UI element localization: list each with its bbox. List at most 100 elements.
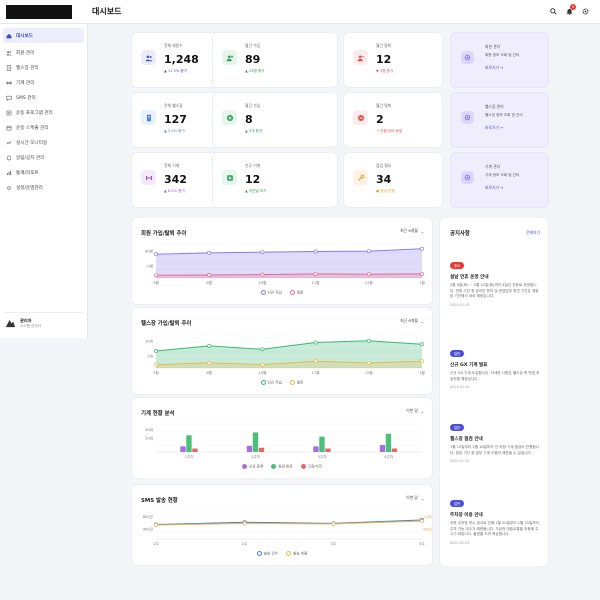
stat-label: 전체 기계 [164, 163, 180, 168]
notice-title: 주차장 이용 안내 [450, 513, 483, 518]
sidebar-item-1[interactable]: 회원 관리 [0, 45, 87, 60]
settings-icon [6, 185, 12, 191]
bar [246, 445, 253, 452]
monitor-icon [6, 140, 12, 146]
stat-value: 12 [376, 53, 392, 66]
data-point [366, 338, 371, 343]
quick-link-title: 기계 관리 [485, 164, 501, 169]
bell-icon[interactable]: 3 [564, 4, 576, 16]
data-point [366, 249, 371, 254]
notice-item[interactable]: 일반 주차장 이용 안내 지하 주차장 보수 공사로 인해 1월 20일부터 1… [450, 500, 540, 545]
notice-title: 설날 연휴 운영 안내 [450, 275, 489, 280]
legend-item[interactable]: 신규 가입 [260, 380, 282, 386]
sidebar-item-6[interactable]: 운동 스케줄 관리 [0, 120, 87, 135]
y-tick-label: 0명 [147, 264, 153, 269]
legend-label: 탈퇴 [296, 380, 304, 385]
user-role: 시스템 관리자 [20, 324, 41, 328]
quick-link-card[interactable]: 헬스장 관리 헬스장 정보 조회 및 관리 바로가기 → [451, 93, 548, 147]
sidebar-item-10[interactable]: 설정/운영관리 [0, 180, 87, 195]
stat-label: 전체 헬스장 [164, 103, 183, 108]
legend-item[interactable]: 발송 건수 [256, 551, 278, 557]
sidebar-item-7[interactable]: 실시간 모니터링 [0, 135, 87, 150]
x-tick-label: 6월 [206, 280, 212, 285]
quick-link-button[interactable]: 바로가기 → [485, 185, 503, 191]
user-minus-icon [353, 50, 368, 65]
x-tick-label: 1주차 [185, 454, 195, 459]
notice-title: 신규 GX 기계 발표 [450, 363, 488, 368]
legend-item[interactable]: 발송 비용 [286, 551, 307, 557]
view-all-notices-link[interactable]: 전체보기 [526, 230, 540, 236]
legend-item[interactable]: 탈퇴 [289, 380, 304, 386]
y-tick-label: 20대 [145, 436, 153, 441]
notice-date: 2025.01.03 [450, 540, 470, 545]
quick-link-card[interactable]: 회원 관리 회원 정보 조회 및 관리 바로가기 → [451, 33, 548, 87]
legend-label: 발송 건수 [263, 551, 278, 556]
bar [186, 435, 192, 452]
x-tick-label: 11월 [312, 280, 320, 285]
notice-item[interactable]: 일반 헬스장 점검 안내 1월 15일부터 1월 16일까지 전 지점 기계 점… [450, 424, 540, 463]
stat-label: 월간 탈퇴 [376, 103, 392, 108]
sidebar-item-0[interactable]: 대시보드 [3, 28, 84, 43]
notice-body: 2월 9일(토) ~ 2월 12일(화)까지 4일간 연휴로 운영됩니다. 연휴… [450, 283, 539, 299]
legend-item[interactable]: 신규 가입 [260, 290, 282, 296]
quick-link-card[interactable]: 기계 관리 기계 정보 조회 및 관리 바로가기 → [451, 153, 548, 207]
search-icon[interactable] [548, 6, 558, 16]
y-tick-label: 40대 [145, 427, 153, 432]
y2-tick-label: 1,000건 [423, 514, 432, 519]
stat-value: 34 [376, 173, 392, 186]
building-icon [6, 64, 12, 71]
sidebar-item-label: 통계/리포트 [16, 170, 39, 176]
chart-card: 기계 현황 분석 이번 달 ⌄ 40대 20대 1주차 2주차 3주차 4주차 신규 등록 점검 … [132, 398, 432, 478]
logo[interactable] [6, 5, 72, 19]
legend-swatch [286, 551, 291, 556]
wrench-icon [353, 170, 368, 185]
legend-item[interactable]: 점검 완료 [271, 464, 293, 470]
user-plus-icon [222, 50, 237, 65]
sidebar-item-label: 대시보드 [16, 33, 33, 39]
sidebar-item-4[interactable]: SMS 관리 [0, 90, 87, 105]
minus-circle-icon [353, 110, 368, 125]
data-point [260, 362, 265, 367]
legend-item[interactable]: 신규 등록 [241, 464, 263, 470]
users-icon [6, 50, 12, 56]
quick-link-button[interactable]: 바로가기 → [485, 125, 503, 131]
chart-card: 회원 가입/탈퇴 추이 최근 6개월 ⌄ 80명 0명 5월 6월 10월 11월 12월 1월 신… [132, 218, 432, 304]
user-profile[interactable]: 관리자 시스템 관리자 [4, 312, 83, 334]
gear-icon[interactable] [580, 6, 590, 16]
sidebar-item-8[interactable]: 알림/공지 관리 [0, 150, 87, 165]
x-tick-label: 5월 [153, 280, 159, 285]
notice-item[interactable]: 일반 신규 GX 기계 발표 신규 GX 기계 도입합니다. 자세한 사항은 헬… [450, 350, 540, 389]
stat-delta: ▼ 3명 증가 [376, 69, 394, 73]
chart-legend: 신규 가입 탈퇴 [132, 290, 432, 296]
data-point [420, 246, 424, 251]
legend-label: 점검 완료 [278, 464, 293, 469]
stat-delta: ▲ 3.2% 증가 [164, 129, 185, 133]
legend-swatch [289, 380, 295, 385]
legend-item[interactable]: 고장/수리 [300, 464, 322, 470]
bar [180, 446, 186, 452]
quick-link-button[interactable]: 바로가기 → [485, 65, 503, 71]
notice-item[interactable]: 중요 설날 연휴 운영 안내 2월 9일(토) ~ 2월 12일(화)까지 4일… [450, 262, 540, 307]
legend-item[interactable]: 탈퇴 [289, 290, 304, 296]
sidebar-item-3[interactable]: 기계 관리 [0, 75, 87, 90]
stat-delta: ▲ 8.2% 증가 [164, 189, 185, 193]
sidebar: 대시보드회원 관리헬스장 관리기계 관리 SMS 관리 운동 프로그램 관리 운동 스… [0, 24, 88, 338]
message-icon [6, 95, 12, 101]
sidebar-item-5[interactable]: 운동 프로그램 관리 [0, 105, 87, 120]
sidebar-item-2[interactable]: 헬스장 관리 [0, 60, 87, 75]
sidebar-item-label: 알림/공지 관리 [16, 155, 45, 161]
notice-body: 지하 주차장 보수 공사로 인해 1월 20일부터 1월 25일까지 주차 가능… [450, 521, 539, 537]
stat-label: 월간 가입 [245, 43, 261, 48]
y-tick-label: 0개 [147, 354, 153, 359]
notice-date: 2025.01.15 [450, 302, 470, 307]
quick-link-desc: 헬스장 정보 조회 및 관리 [485, 113, 523, 117]
stat-card: 월간 탈퇴 12 ▼ 3명 증가 [344, 33, 442, 87]
legend-swatch [256, 551, 262, 556]
bar [313, 446, 319, 452]
sidebar-item-label: 설정/운영관리 [16, 185, 43, 191]
sidebar-item-label: 헬스장 관리 [16, 65, 39, 71]
data-point [207, 343, 212, 348]
stat-value: 89 [245, 53, 261, 66]
stat-delta: → 전월 대비 동일 [376, 129, 403, 133]
sidebar-item-9[interactable]: 통계/리포트 [0, 165, 87, 180]
